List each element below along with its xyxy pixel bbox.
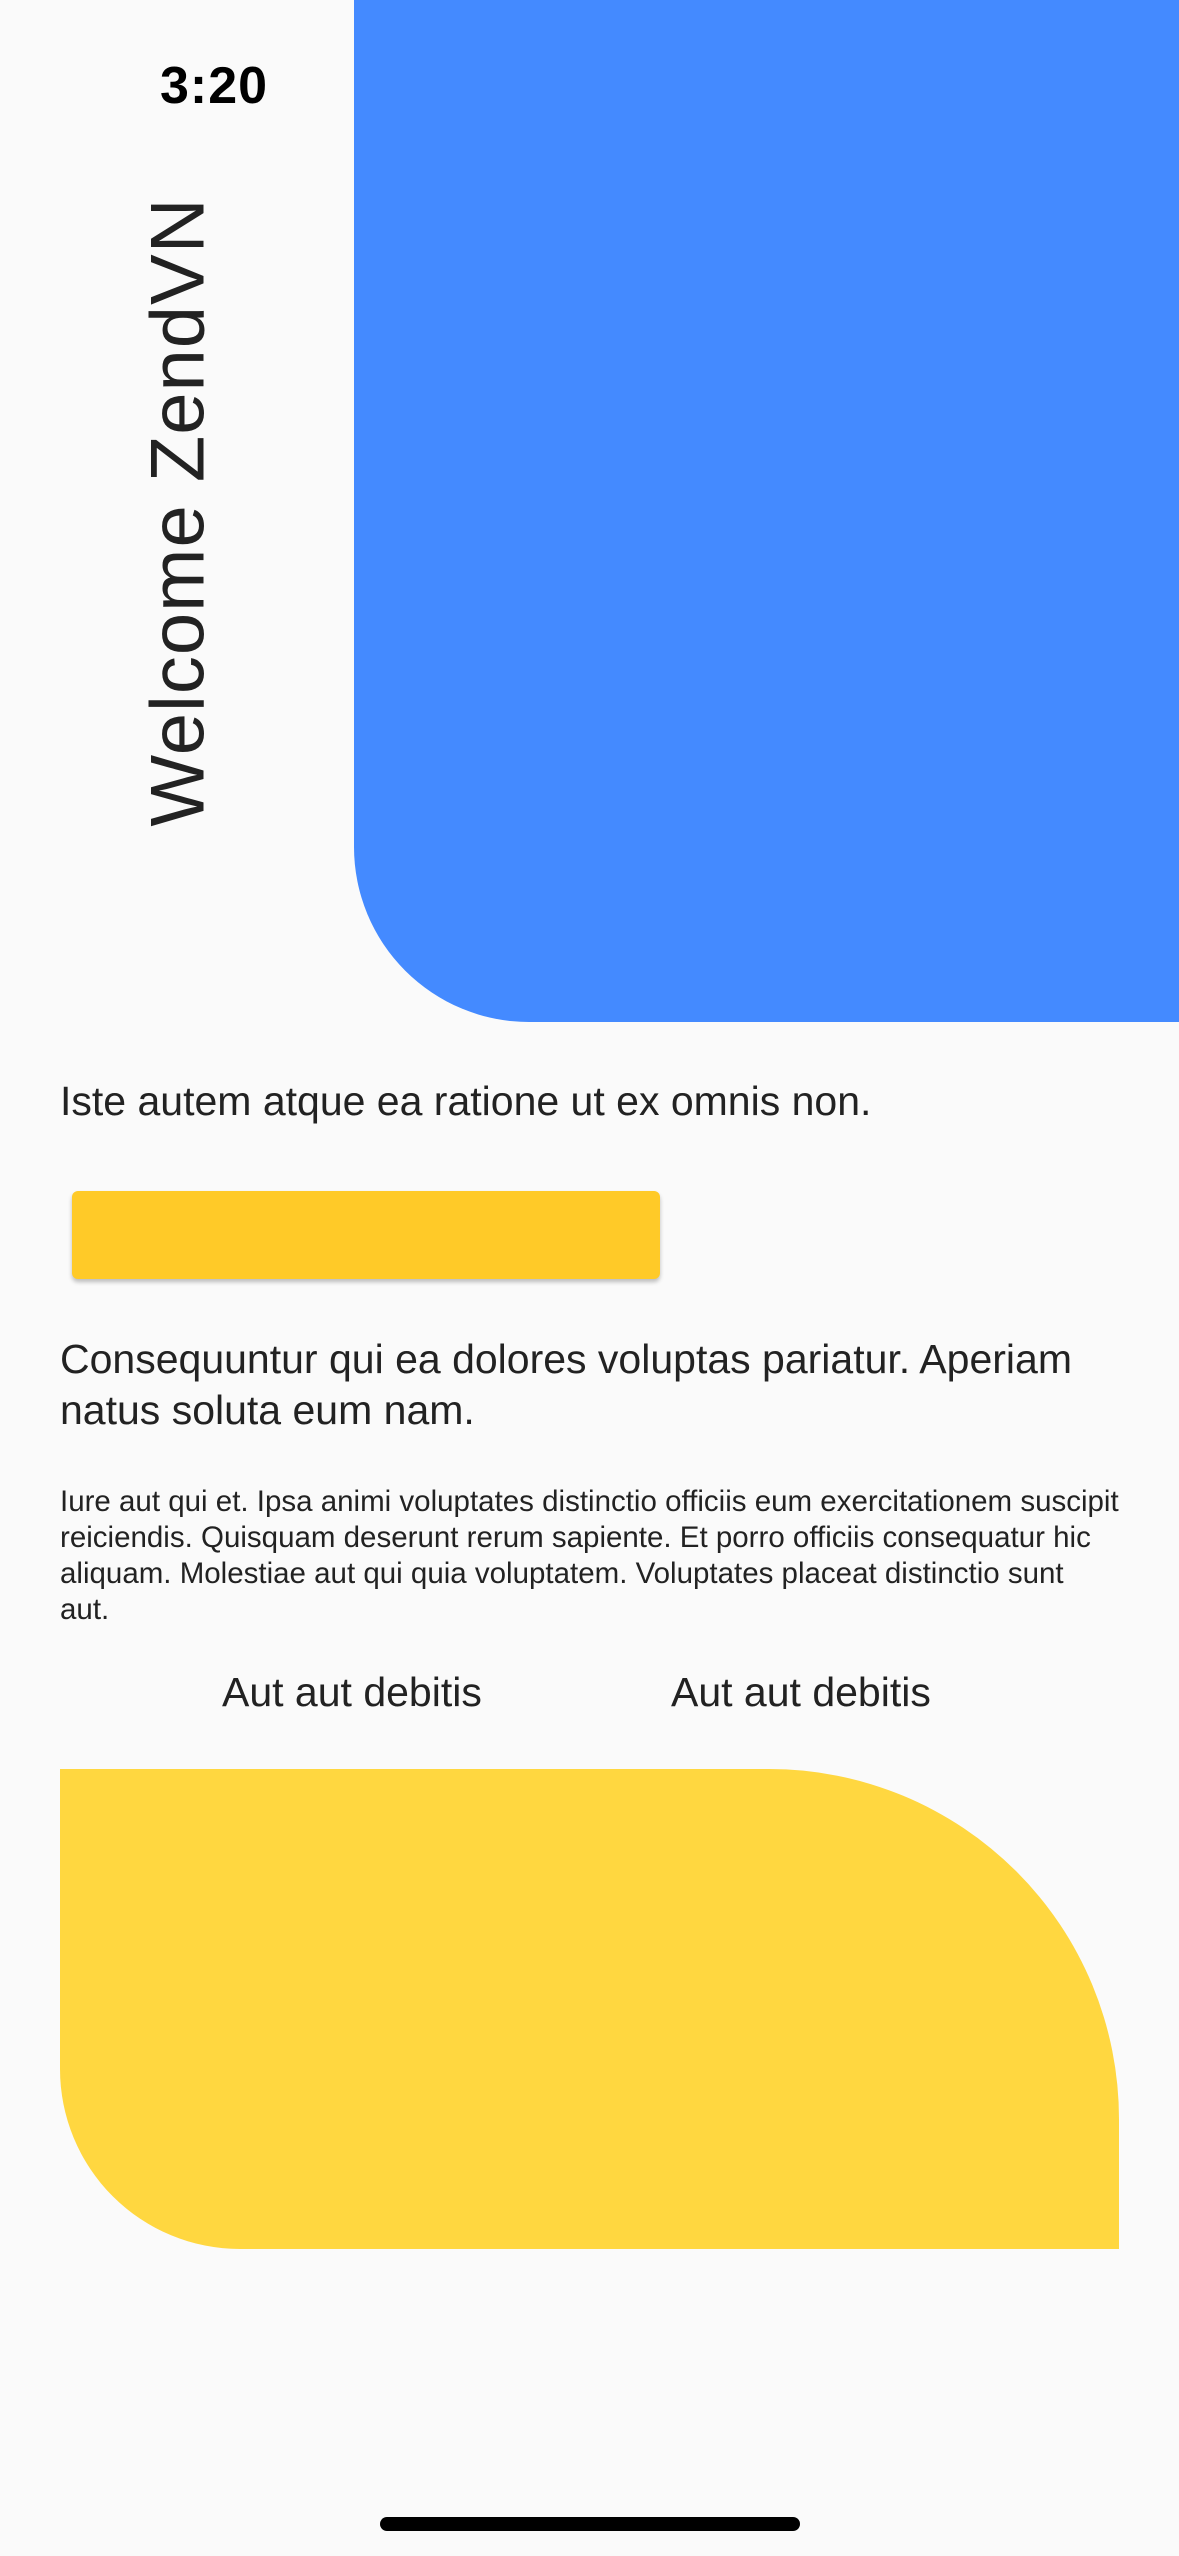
yellow-action-button[interactable] [72,1191,660,1279]
home-indicator[interactable] [380,2517,800,2531]
text-link-2[interactable]: Aut aut debitis [671,1669,931,1716]
hero-blue-panel [354,0,1179,1022]
body-paragraph: Iure aut qui et. Ipsa animi voluptates d… [60,1485,1119,1626]
welcome-title: Welcome ZendVN [135,197,221,827]
subheading-text: Consequuntur qui ea dolores voluptas par… [60,1336,1072,1433]
text-link-1[interactable]: Aut aut debitis [222,1669,482,1716]
decorative-yellow-shape [60,1769,1119,2249]
status-time: 3:20 [160,57,269,115]
headline-text: Iste autem atque ea ratione ut ex omnis … [60,1078,872,1124]
